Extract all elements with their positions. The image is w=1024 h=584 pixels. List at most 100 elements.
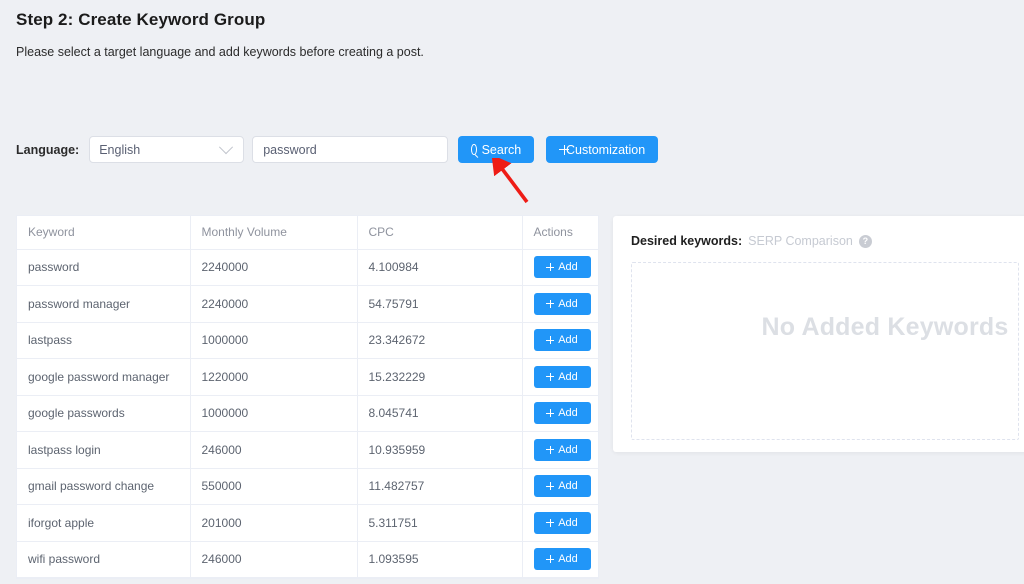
- plus-icon: [546, 372, 555, 381]
- add-keyword-button-label: Add: [558, 443, 578, 456]
- add-keyword-button[interactable]: Add: [533, 438, 591, 461]
- table-row: wifi password 246000 1.093595 Add: [17, 541, 598, 578]
- plus-icon: [546, 482, 555, 491]
- cell-keyword: gmail password change: [17, 468, 191, 505]
- plus-icon: [546, 445, 555, 454]
- search-button[interactable]: Search: [458, 136, 535, 163]
- cell-keyword: lastpass: [17, 322, 191, 359]
- column-header-cpc: CPC: [357, 216, 523, 250]
- table-row: password manager 2240000 54.75791 Add: [17, 285, 598, 323]
- cell-cpc: 5.311751: [357, 504, 523, 542]
- desired-keywords-label: Desired keywords:: [631, 234, 743, 248]
- add-keyword-button[interactable]: Add: [533, 329, 591, 352]
- cell-actions: Add: [522, 468, 598, 505]
- table-row: password 2240000 4.100984 Add: [17, 249, 598, 286]
- cell-monthly-volume: 1000000: [190, 322, 358, 359]
- add-keyword-button[interactable]: Add: [533, 292, 591, 315]
- table-row: gmail password change 550000 11.482757 Add: [17, 468, 598, 505]
- cell-monthly-volume: 1000000: [190, 395, 358, 432]
- table-row: lastpass 1000000 23.342672 Add: [17, 322, 598, 359]
- table-row: google passwords 1000000 8.045741 Add: [17, 395, 598, 432]
- language-select[interactable]: English: [89, 136, 245, 163]
- add-keyword-button-label: Add: [558, 370, 578, 383]
- table-header: Keyword Monthly Volume CPC Actions: [17, 216, 598, 250]
- table-row: iforgot apple 201000 5.311751 Add: [17, 504, 598, 542]
- cell-cpc: 54.75791: [357, 285, 523, 323]
- cell-actions: Add: [522, 249, 598, 286]
- cell-monthly-volume: 2240000: [190, 249, 358, 286]
- cell-actions: Add: [522, 395, 598, 432]
- cell-monthly-volume: 1220000: [190, 358, 358, 396]
- help-icon[interactable]: ?: [858, 234, 872, 248]
- add-keyword-button-label: Add: [558, 407, 578, 420]
- page-title: Step 2: Create Keyword Group: [16, 10, 266, 29]
- plus-icon: [546, 555, 555, 564]
- cell-monthly-volume: 246000: [190, 431, 358, 469]
- table-row: lastpass login 246000 10.935959 Add: [17, 431, 598, 469]
- add-keyword-button[interactable]: Add: [533, 365, 591, 388]
- add-keyword-button-label: Add: [558, 261, 578, 274]
- add-keyword-button-label: Add: [558, 480, 578, 493]
- cell-monthly-volume: 550000: [190, 468, 358, 505]
- cell-cpc: 15.232229: [357, 358, 523, 396]
- cell-keyword: google password manager: [17, 358, 191, 396]
- add-keyword-button-label: Add: [558, 334, 578, 347]
- keywords-dropzone[interactable]: No Added Keywords: [631, 262, 1019, 440]
- cell-cpc: 1.093595: [357, 541, 523, 578]
- cell-keyword: wifi password: [17, 541, 191, 578]
- add-keyword-button-label: Add: [558, 516, 578, 529]
- cell-actions: Add: [522, 358, 598, 396]
- plus-icon: [559, 144, 569, 155]
- cell-keyword: password manager: [17, 285, 191, 323]
- add-keyword-button[interactable]: Add: [533, 402, 591, 425]
- cell-actions: Add: [522, 322, 598, 359]
- cell-actions: Add: [522, 431, 598, 469]
- customization-button-label: Customization: [566, 142, 646, 157]
- cell-actions: Add: [522, 541, 598, 578]
- add-keyword-button-label: Add: [558, 553, 578, 566]
- column-header-keyword: Keyword: [17, 216, 191, 250]
- table-header-row: Keyword Monthly Volume CPC Actions: [17, 216, 598, 250]
- plus-icon: [546, 518, 555, 527]
- table-body: password 2240000 4.100984 Add password manag…: [17, 249, 598, 578]
- plus-icon: [546, 336, 555, 345]
- language-label: Language:: [16, 142, 80, 157]
- cell-cpc: 8.045741: [357, 395, 523, 432]
- customization-button[interactable]: Customization: [546, 136, 659, 163]
- controls-row: Language: English Search Customization: [16, 136, 659, 163]
- cell-keyword: lastpass login: [17, 431, 191, 469]
- column-header-monthly-volume: Monthly Volume: [190, 216, 358, 250]
- red-arrow-annotation: [491, 158, 529, 204]
- serp-comparison-label[interactable]: SERP Comparison: [748, 234, 853, 248]
- add-keyword-button[interactable]: Add: [533, 475, 591, 498]
- plus-icon: [546, 409, 555, 418]
- cell-monthly-volume: 2240000: [190, 285, 358, 323]
- table-row: google password manager 1220000 15.232229 A…: [17, 358, 598, 396]
- cell-cpc: 10.935959: [357, 431, 523, 469]
- add-keyword-button[interactable]: Add: [533, 256, 591, 279]
- empty-state-text: No Added Keywords: [761, 312, 1009, 341]
- cell-actions: Add: [522, 504, 598, 542]
- keyword-results-table: Keyword Monthly Volume CPC Actions passw…: [16, 215, 599, 579]
- search-icon: [471, 144, 477, 155]
- cell-keyword: password: [17, 249, 191, 286]
- cell-cpc: 23.342672: [357, 322, 523, 359]
- page-subtitle: Please select a target language and add …: [16, 45, 424, 59]
- cell-monthly-volume: 246000: [190, 541, 358, 578]
- cell-keyword: google passwords: [17, 395, 191, 432]
- cell-actions: Add: [522, 285, 598, 323]
- add-keyword-button-label: Add: [558, 297, 578, 310]
- keyword-search-input[interactable]: [252, 136, 449, 163]
- desired-keywords-header: Desired keywords: SERP Comparison ?: [631, 234, 1019, 248]
- language-select-value: English: [99, 142, 141, 157]
- column-header-actions: Actions: [522, 216, 598, 250]
- cell-cpc: 11.482757: [357, 468, 523, 505]
- add-keyword-button[interactable]: Add: [533, 548, 591, 571]
- cell-monthly-volume: 201000: [190, 504, 358, 542]
- search-button-label: Search: [481, 142, 522, 157]
- chevron-down-icon: [219, 139, 234, 154]
- cell-cpc: 4.100984: [357, 249, 523, 286]
- cell-keyword: iforgot apple: [17, 504, 191, 542]
- plus-icon: [546, 263, 555, 272]
- add-keyword-button[interactable]: Add: [533, 511, 591, 534]
